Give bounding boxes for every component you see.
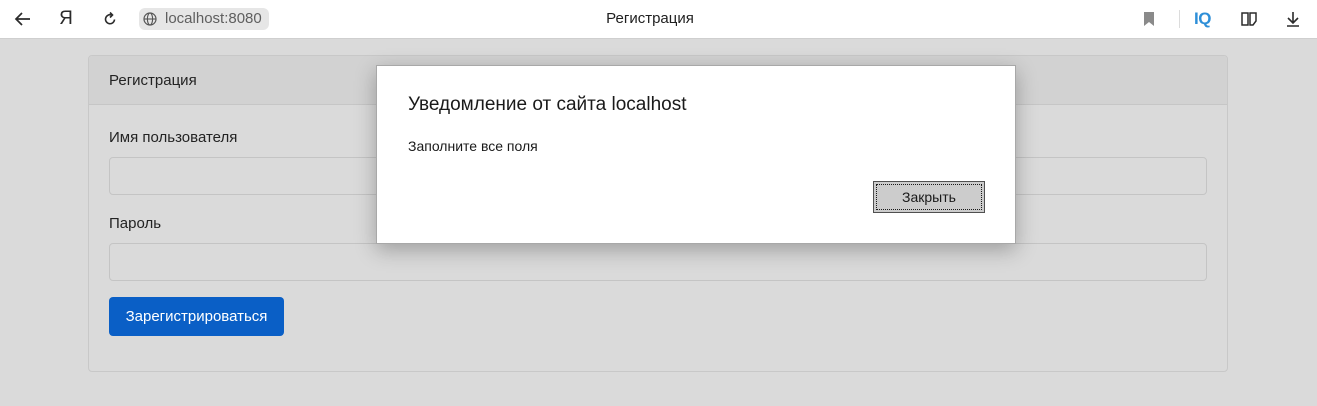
download-icon[interactable] xyxy=(1282,8,1304,30)
toolbar-divider xyxy=(1179,10,1180,28)
book-icon[interactable] xyxy=(1238,8,1260,30)
username-label: Имя пользователя xyxy=(109,129,238,146)
alert-dialog: Уведомление от сайта localhost Заполните… xyxy=(376,65,1016,244)
close-button[interactable]: Закрыть xyxy=(873,181,985,213)
iq-icon[interactable]: IQ xyxy=(1194,9,1211,29)
browser-toolbar: Я localhost:8080 Регистрация IQ xyxy=(0,0,1317,39)
password-input[interactable] xyxy=(109,243,1207,281)
bookmark-icon[interactable] xyxy=(1138,8,1160,30)
password-label: Пароль xyxy=(109,215,162,232)
register-button[interactable]: Зарегистрироваться xyxy=(109,297,284,336)
tab-title: Регистрация xyxy=(606,10,694,27)
dialog-title: Уведомление от сайта localhost xyxy=(408,94,687,115)
dialog-message: Заполните все поля xyxy=(408,138,538,154)
